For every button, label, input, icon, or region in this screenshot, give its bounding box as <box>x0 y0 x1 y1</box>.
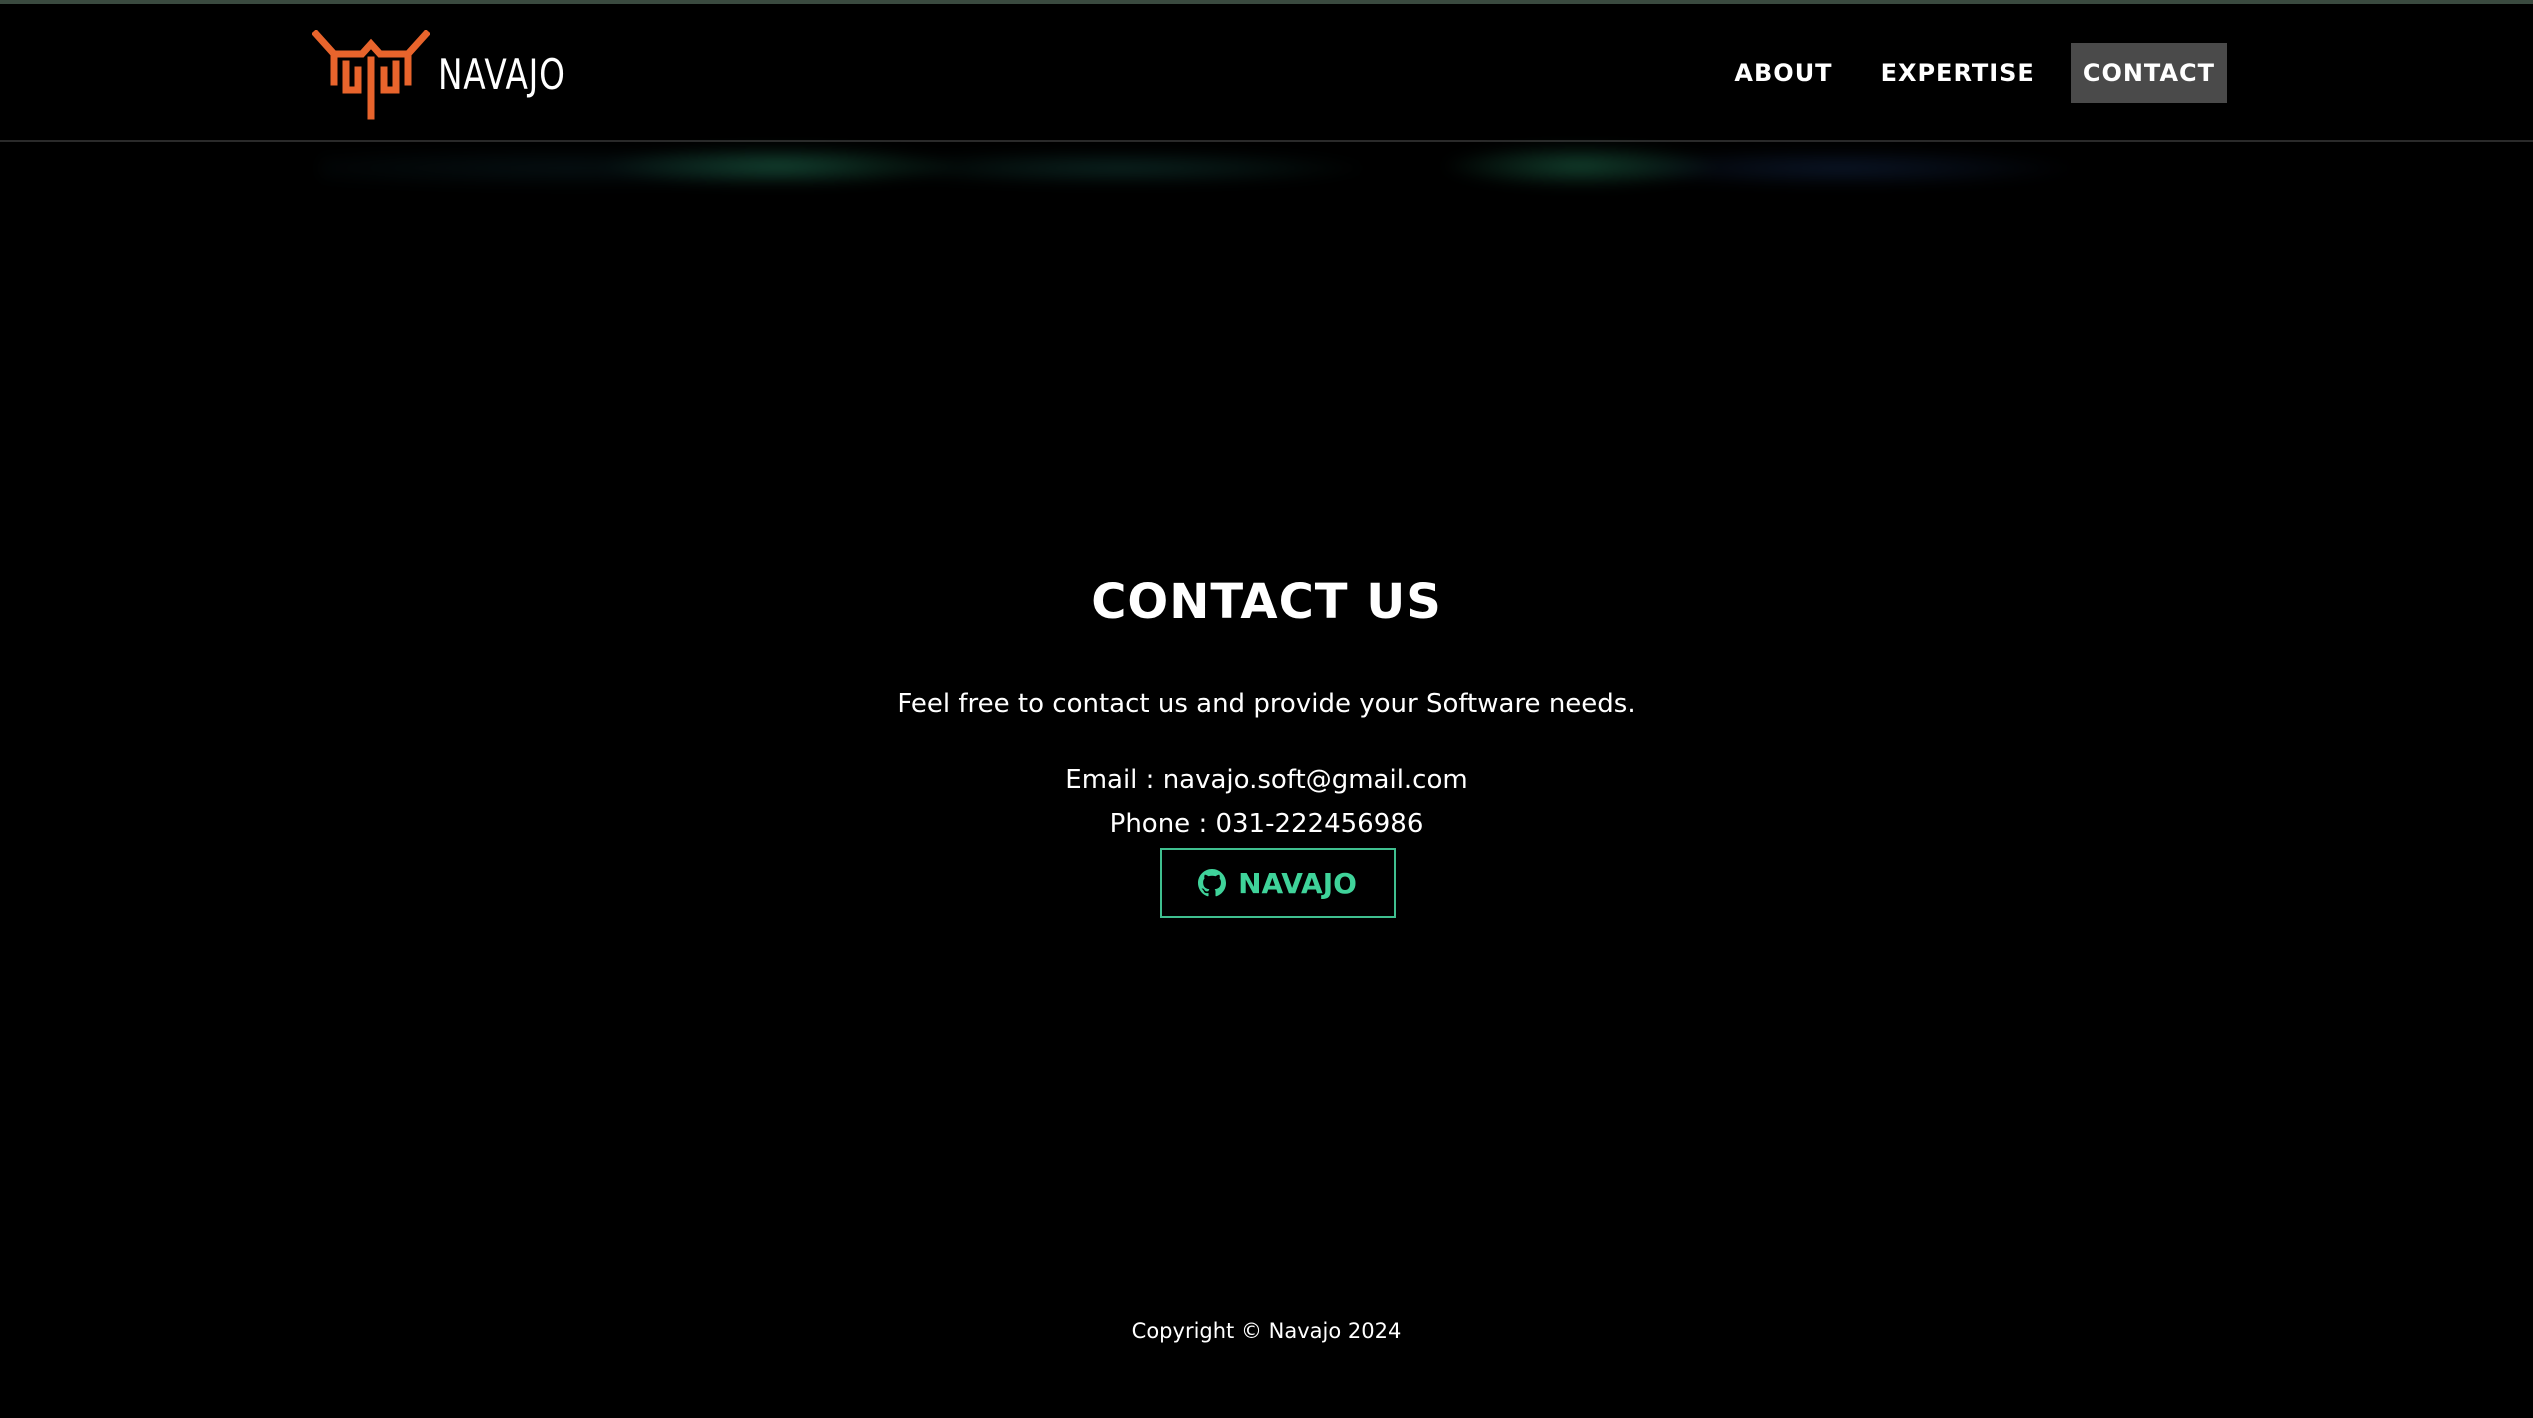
brand-logo[interactable]: NAVAJO <box>312 30 602 120</box>
contact-section: CONTACT US Feel free to contact us and p… <box>0 560 2533 918</box>
contact-email: Email : navajo.soft@gmail.com <box>1065 765 1468 795</box>
brand-name: NAVAJO <box>438 50 566 99</box>
nav-about[interactable]: ABOUT <box>1722 43 1844 103</box>
navajo-logo-icon <box>312 30 430 120</box>
github-button[interactable]: NAVAJO <box>1159 848 1396 918</box>
github-icon <box>1198 869 1227 897</box>
navbar: NAVAJO ABOUT EXPERTISE CONTACT <box>0 4 2533 142</box>
contact-phone: Phone : 031-222456986 <box>1109 809 1424 839</box>
main-nav: ABOUT EXPERTISE CONTACT <box>1698 43 2227 103</box>
header-glow-decoration <box>320 142 2220 202</box>
nav-expertise[interactable]: EXPERTISE <box>1869 43 2047 103</box>
page: NAVAJO ABOUT EXPERTISE CONTACT CONTACT U… <box>0 0 2533 1418</box>
nav-contact[interactable]: CONTACT <box>2070 43 2227 103</box>
contact-title: CONTACT US <box>1091 574 1442 630</box>
github-button-label: NAVAJO <box>1238 866 1357 900</box>
footer-copyright: Copyright © Navajo 2024 <box>1131 1319 1402 1343</box>
contact-description: Feel free to contact us and provide your… <box>897 689 1636 719</box>
